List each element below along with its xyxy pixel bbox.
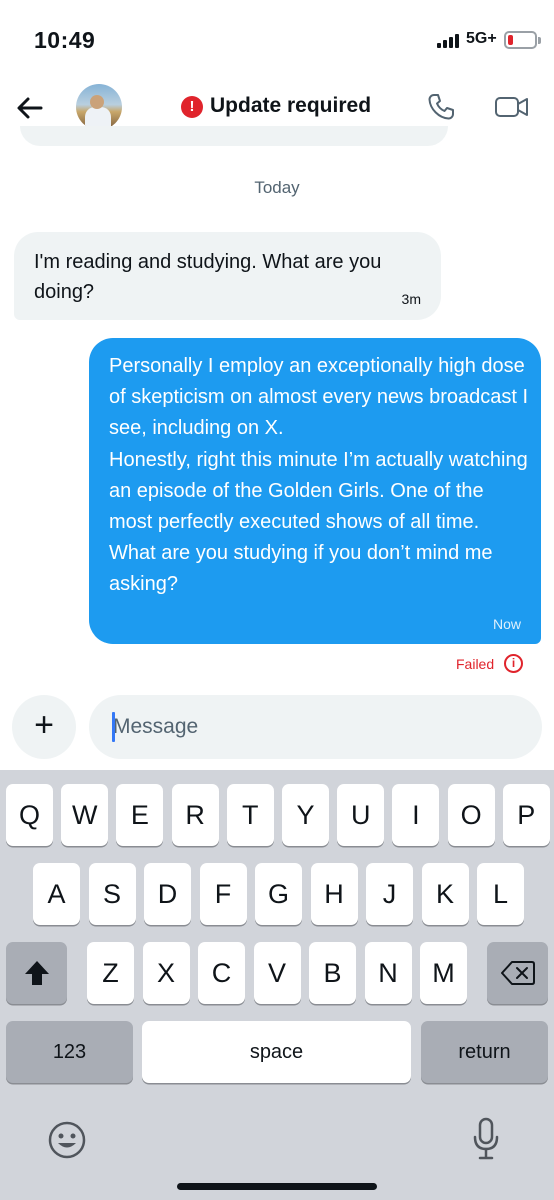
numbers-key[interactable]: 123 <box>6 1021 133 1083</box>
key-z[interactable]: Z <box>87 942 134 1004</box>
key-n[interactable]: N <box>364 942 412 1004</box>
battery-icon <box>504 31 537 49</box>
delete-key[interactable] <box>487 942 548 1004</box>
incoming-message[interactable]: I'm reading and studying. What are you d… <box>14 232 441 320</box>
home-indicator <box>177 1183 377 1190</box>
key-m[interactable]: M <box>420 942 467 1004</box>
key-r[interactable]: R <box>171 784 219 846</box>
microphone-icon[interactable] <box>471 1117 501 1161</box>
key-k[interactable]: K <box>421 863 469 925</box>
key-u[interactable]: U <box>337 784 385 846</box>
key-e[interactable]: E <box>116 784 164 846</box>
header-title[interactable]: Update required <box>210 94 371 118</box>
message-input[interactable] <box>89 695 542 759</box>
backspace-icon <box>500 961 535 985</box>
message-text: I'm reading and studying. What are you d… <box>34 251 382 303</box>
previous-message-edge <box>20 126 448 146</box>
date-divider: Today <box>254 178 300 197</box>
message-time: 3m <box>401 291 421 307</box>
emoji-icon[interactable] <box>47 1120 87 1160</box>
key-q[interactable]: Q <box>6 784 53 846</box>
outgoing-message[interactable]: Personally I employ an exceptionally hig… <box>89 338 541 644</box>
key-t[interactable]: T <box>226 784 274 846</box>
back-arrow-icon[interactable] <box>14 92 46 124</box>
shift-arrow-icon <box>24 961 49 985</box>
text-cursor <box>112 712 115 742</box>
info-icon[interactable]: i <box>504 654 523 673</box>
key-c[interactable]: C <box>198 942 245 1004</box>
key-g[interactable]: G <box>255 863 302 925</box>
key-d[interactable]: D <box>144 863 191 925</box>
key-v[interactable]: V <box>253 942 301 1004</box>
key-o[interactable]: O <box>447 784 495 846</box>
key-i[interactable]: I <box>392 784 440 846</box>
key-p[interactable]: P <box>502 784 550 846</box>
key-b[interactable]: B <box>309 942 356 1004</box>
key-a[interactable]: A <box>33 863 80 925</box>
video-camera-icon[interactable] <box>494 92 530 122</box>
status-time: 10:49 <box>34 27 96 53</box>
space-key[interactable]: space <box>142 1021 411 1083</box>
signal-strength-icon <box>437 34 461 48</box>
avatar[interactable] <box>76 84 122 130</box>
key-w[interactable]: W <box>61 784 109 846</box>
key-x[interactable]: X <box>142 942 190 1004</box>
key-y[interactable]: Y <box>282 784 329 846</box>
message-time: Now <box>492 616 521 632</box>
status-bar: 10:49 5G+ <box>0 0 554 80</box>
phone-icon[interactable] <box>426 92 456 122</box>
add-attachment-button[interactable]: + <box>12 695 76 759</box>
key-l[interactable]: L <box>477 863 524 925</box>
return-key[interactable]: return <box>421 1021 548 1083</box>
key-f[interactable]: F <box>199 863 247 925</box>
failed-label: Failed <box>456 656 495 672</box>
network-type: 5G+ <box>466 30 497 47</box>
key-h[interactable]: H <box>310 863 358 925</box>
exclamation-circle-icon: ! <box>181 96 203 118</box>
key-s[interactable]: S <box>88 863 136 925</box>
shift-key[interactable] <box>6 942 67 1004</box>
message-text: Personally I employ an exceptionally hig… <box>109 355 529 596</box>
battery-tip <box>538 37 541 44</box>
key-j[interactable]: J <box>366 863 413 925</box>
keyboard: 123 space return QWERTYUIOP ASDFGHJKL ZXCV… <box>0 770 554 1200</box>
